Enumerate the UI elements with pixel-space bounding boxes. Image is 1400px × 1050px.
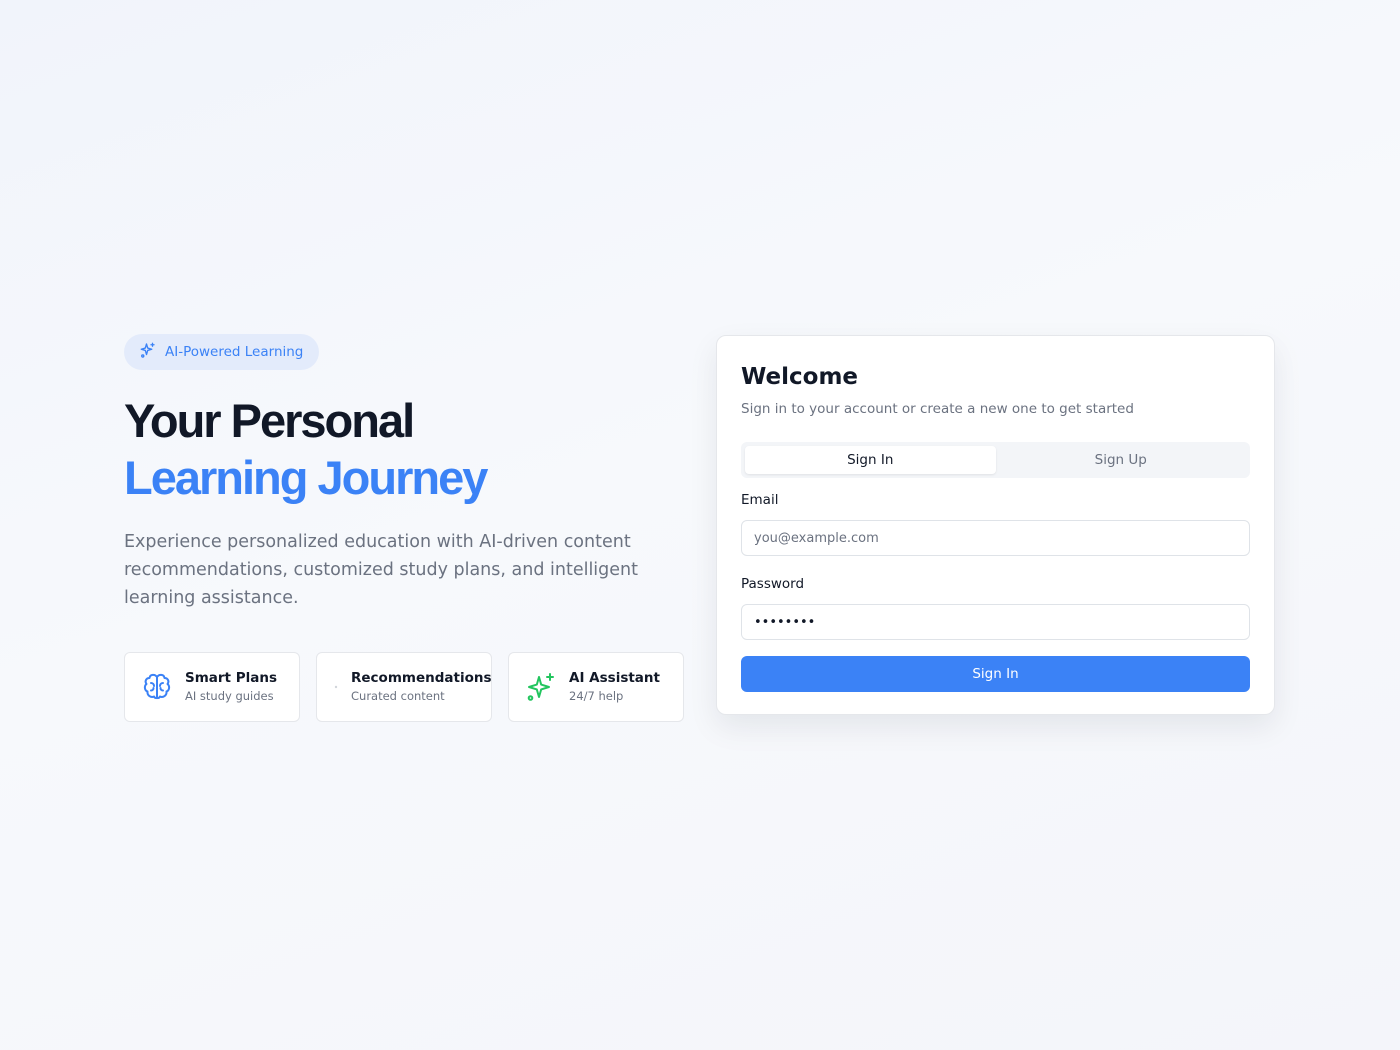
tab-sign-up[interactable]: Sign Up: [996, 446, 1247, 474]
sparkles-icon: [525, 671, 557, 703]
password-label: Password: [741, 576, 805, 592]
feature-subtitle: AI study guides: [185, 689, 274, 703]
email-label: Email: [741, 492, 779, 508]
feature-title: Smart Plans: [185, 670, 277, 686]
feature-subtitle: 24/7 help: [569, 689, 624, 703]
feature-card-ai-assistant: AI Assistant 24/7 help: [508, 652, 684, 722]
password-field[interactable]: [741, 604, 1250, 640]
feature-card-smart-plans: Smart Plans AI study guides: [124, 652, 300, 722]
hero-description: Experience personalized education with A…: [124, 532, 638, 608]
feature-title: AI Assistant: [569, 670, 660, 686]
badge-label: AI-Powered Learning: [165, 344, 304, 360]
hero-section: AI-Powered Learning Your Personal Learni…: [124, 334, 684, 722]
auth-subtitle: Sign in to your account or create a new …: [741, 401, 1134, 417]
headline-line-1: Your Personal: [124, 394, 415, 447]
tab-sign-in[interactable]: Sign In: [745, 446, 996, 474]
feature-list: Smart Plans AI study guides Recommendati…: [124, 652, 684, 722]
auth-card: Welcome Sign in to your account or creat…: [716, 335, 1275, 715]
sparkles-icon: [139, 341, 157, 363]
email-field[interactable]: [741, 520, 1250, 556]
auth-tabs: Sign In Sign Up: [741, 442, 1250, 478]
feature-subtitle: Curated content: [351, 689, 445, 703]
feature-title: Recommendations: [351, 670, 492, 686]
brain-icon: [141, 671, 173, 703]
feature-card-recommendations: Recommendations Curated content: [316, 652, 492, 722]
ai-powered-badge: AI-Powered Learning: [124, 334, 320, 370]
headline-line-2: Learning Journey: [124, 451, 488, 504]
auth-title: Welcome: [741, 364, 859, 390]
sign-in-button[interactable]: Sign In: [741, 656, 1250, 692]
hero-headline: Your Personal Learning Journey: [124, 392, 684, 506]
dot-icon: [333, 671, 339, 703]
